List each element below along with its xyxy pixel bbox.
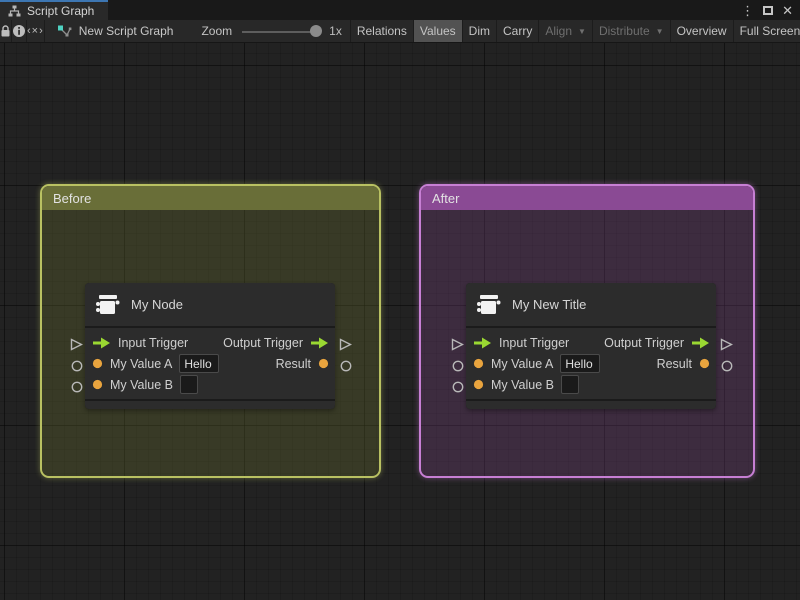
lock-icon [1,24,10,36]
zoom-slider-knob[interactable] [310,24,323,37]
external-value-a-port[interactable] [452,360,464,372]
port-label: My Value A [491,356,554,371]
value-a-port[interactable] [92,358,103,369]
dim-button[interactable]: Dim [463,20,497,42]
group-before-header[interactable]: Before [42,186,379,210]
relations-button[interactable]: Relations [351,20,414,42]
window-controls: ⋮ ✕ [741,0,800,20]
distribute-label: Distribute [598,24,650,38]
overview-button[interactable]: Overview [671,20,734,42]
node-body: Input Trigger Output Trigger My Value A … [466,328,716,399]
external-output-trigger-port[interactable] [339,338,352,351]
info-button[interactable] [12,20,27,42]
external-value-b-port[interactable] [71,381,83,393]
port-label: Result [656,356,692,371]
zoom-control: Zoom 1x [183,20,351,42]
port-label: Input Trigger [499,335,570,350]
external-value-a-port[interactable] [71,360,83,372]
zoom-slider-track[interactable] [242,30,321,33]
info-icon [13,25,25,37]
node-my-node[interactable]: My Node Input Trigger Output Trigger My … [85,283,335,409]
graph-canvas[interactable]: Before After My Node Input Trigger Outpu… [0,43,800,600]
port-row: My Value A Result [85,353,335,374]
external-input-trigger-port[interactable] [70,338,83,351]
graph-node-icon [57,25,72,37]
maximize-icon[interactable] [763,5,774,15]
port-label: Output Trigger [604,335,684,350]
value-b-port[interactable] [92,379,103,390]
result-port[interactable] [699,358,710,369]
port-label: My Value B [110,377,173,392]
align-label: Align [545,24,573,38]
unit-icon [477,294,501,314]
tab-bar: Script Graph ⋮ ✕ [0,0,800,20]
fullscreen-button[interactable]: Full Screen [734,20,800,42]
node-title: My Node [131,297,184,312]
script-graph-icon [8,5,21,17]
graph-toolbar: ‹×› New Script Graph Zoom 1x Relations V… [0,20,800,43]
lock-button[interactable] [0,20,12,42]
group-before-title: Before [53,190,92,206]
port-label: Input Trigger [118,335,189,350]
align-dropdown[interactable]: Align ▼ [539,20,593,42]
value-b-port[interactable] [473,379,484,390]
carry-button[interactable]: Carry [497,20,540,42]
port-row: My Value B [85,374,335,395]
node-body: Input Trigger Output Trigger My Value A … [85,328,335,399]
distribute-dropdown[interactable]: Distribute ▼ [593,20,671,42]
close-icon[interactable]: ✕ [782,4,793,17]
group-after-header[interactable]: After [421,186,753,210]
tab-title: Script Graph [27,4,95,18]
menu-icon[interactable]: ⋮ [741,4,754,17]
port-row: Input Trigger Output Trigger [466,332,716,353]
port-row: Input Trigger Output Trigger [85,332,335,353]
node-my-new-title[interactable]: My New Title Input Trigger Output Trigge… [466,283,716,409]
port-label: My Value B [491,377,554,392]
node-footer [466,399,716,409]
node-header[interactable]: My Node [85,283,335,328]
group-after-title: After [432,190,460,206]
zoom-label: Zoom [201,24,233,38]
port-label: Output Trigger [223,335,303,350]
external-input-trigger-port[interactable] [451,338,464,351]
port-row: My Value B [466,374,716,395]
external-result-port[interactable] [721,360,733,372]
code-view-button[interactable]: ‹×› [27,20,45,42]
zoom-slider[interactable] [242,20,323,42]
port-row: My Value A Result [466,353,716,374]
external-result-port[interactable] [340,360,352,372]
value-b-input[interactable] [561,375,579,394]
value-b-input[interactable] [180,375,198,394]
tab-script-graph[interactable]: Script Graph [0,0,109,20]
values-button[interactable]: Values [413,20,463,42]
value-a-input[interactable] [560,354,601,373]
output-trigger-port[interactable] [310,337,329,349]
external-value-b-port[interactable] [452,381,464,393]
chevron-down-icon: ▼ [578,26,586,36]
node-title: My New Title [512,297,587,312]
external-output-trigger-port[interactable] [720,338,733,351]
zoom-value: 1x [329,24,342,38]
code-icon: ‹×› [27,25,44,37]
input-trigger-port[interactable] [473,337,492,349]
new-script-graph-button[interactable]: New Script Graph [45,20,184,42]
input-trigger-port[interactable] [92,337,111,349]
chevron-down-icon: ▼ [655,26,664,36]
port-label: Result [275,356,311,371]
output-trigger-port[interactable] [691,337,710,349]
node-header[interactable]: My New Title [466,283,716,328]
value-a-input[interactable] [179,354,220,373]
node-footer [85,399,335,409]
new-script-graph-label: New Script Graph [78,24,174,38]
port-label: My Value A [110,356,173,371]
unity-script-graph-window: Script Graph ⋮ ✕ ‹×› New Script Graph Zo… [0,0,800,600]
value-a-port[interactable] [473,358,484,369]
result-port[interactable] [318,358,329,369]
unit-icon [96,294,120,314]
